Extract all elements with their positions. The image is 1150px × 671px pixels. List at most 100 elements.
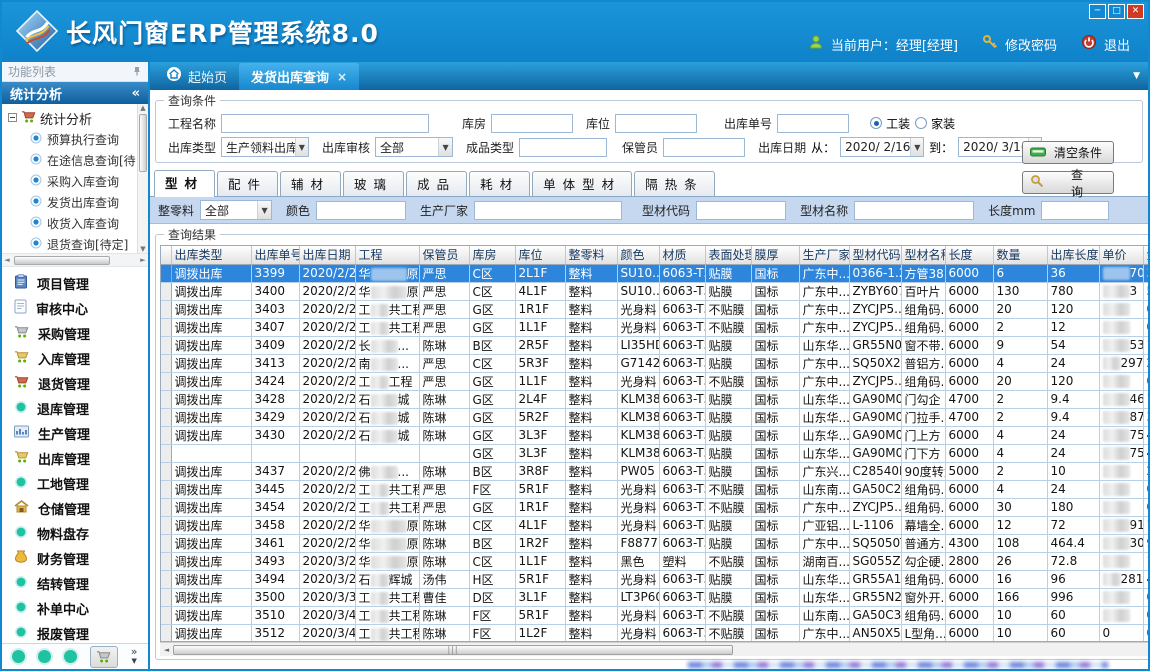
- menu-item-物料盘存[interactable]: 物料盘存: [2, 521, 148, 546]
- menu-item-结转管理[interactable]: 结转管理: [2, 571, 148, 596]
- more-modules-chevron[interactable]: »▼: [131, 648, 138, 665]
- column-header-库位[interactable]: 库位: [515, 246, 565, 264]
- tree-vertical-scrollbar[interactable]: ▲▼: [137, 104, 148, 253]
- tab-list-dropdown-icon[interactable]: ▼: [1133, 71, 1140, 81]
- module-dot-icon[interactable]: [38, 650, 51, 663]
- module-dot-icon[interactable]: [12, 650, 25, 663]
- material-tab-单体型材[interactable]: 单体型材: [532, 171, 632, 196]
- cart-module-button[interactable]: [90, 646, 118, 668]
- logout-link[interactable]: 退出: [1104, 35, 1130, 54]
- module-dot-icon[interactable]: [64, 650, 77, 663]
- profile-code-input[interactable]: [696, 201, 786, 220]
- table-row[interactable]: 调拨出库35002020/3/3工共工程曹佳D区3L1F整料LT3P606063…: [161, 588, 1148, 606]
- menu-item-仓储管理[interactable]: 仓储管理: [2, 496, 148, 521]
- audit-select[interactable]: 全部▼: [375, 137, 453, 157]
- table-row[interactable]: 调拨出库34372020/2/27佛...陈琳B区3R8F整料PW056063-…: [161, 462, 1148, 480]
- table-row[interactable]: 调拨出库34942020/3/2石辉城汤伟H区5R1F整料光身料6063-T5贴…: [161, 570, 1148, 588]
- table-row[interactable]: 调拨出库34542020/2/28工共工程严思G区1R1F整料光身料6063-T…: [161, 498, 1148, 516]
- menu-item-工地管理[interactable]: 工地管理: [2, 471, 148, 496]
- product-type-input[interactable]: [519, 138, 607, 157]
- date-from-picker[interactable]: 2020/ 2/16▼: [840, 137, 924, 157]
- maximize-button[interactable]: □: [1108, 4, 1125, 19]
- whole-part-select[interactable]: 全部▼: [200, 200, 272, 220]
- column-header-表面处理[interactable]: 表面处理: [705, 246, 751, 264]
- table-row[interactable]: 调拨出库34582020/2/28华原..陈琳C区4L1F整料光身料6063-T…: [161, 516, 1148, 534]
- table-row[interactable]: 调拨出库34002020/2/25华原..严思C区4L1F整料SU10...60…: [161, 282, 1148, 300]
- column-header-出库日期[interactable]: 出库日期: [299, 246, 355, 264]
- close-tab-icon[interactable]: ×: [337, 70, 347, 84]
- column-header-型材代码[interactable]: 型材代码: [849, 246, 901, 264]
- menu-item-项目管理[interactable]: 项目管理: [2, 271, 148, 296]
- column-header-单价[interactable]: 单价: [1099, 246, 1143, 264]
- tree-item-收货入库查询[interactable]: 收货入库查询: [8, 213, 148, 234]
- color-input[interactable]: [316, 201, 406, 220]
- column-header-型材名称[interactable]: 型材名称: [901, 246, 945, 264]
- menu-item-退货管理[interactable]: 退货管理: [2, 371, 148, 396]
- column-header-出库单号[interactable]: 出库单号: [251, 246, 299, 264]
- column-header-生产厂家[interactable]: 生产厂家: [799, 246, 849, 264]
- column-header-数量[interactable]: 数量: [993, 246, 1047, 264]
- table-row[interactable]: G区3L3F整料KLM38176063-T5贴膜国标山东华...GA90M09.…: [161, 444, 1148, 462]
- location-input[interactable]: [615, 114, 697, 133]
- tab-start-page[interactable]: 起始页: [154, 62, 239, 90]
- tree-item-预算执行查询[interactable]: 预算执行查询: [8, 129, 148, 150]
- table-row[interactable]: 调拨出库34242020/2/26工工程严思G区1L1F整料光身料6063-T5…: [161, 372, 1148, 390]
- tree-horizontal-scrollbar[interactable]: ◄►: [2, 254, 148, 267]
- table-row[interactable]: 调拨出库33992020/2/25华原..严思C区2L1F整料SU10...60…: [161, 264, 1148, 282]
- menu-item-补单中心[interactable]: 补单中心: [2, 596, 148, 621]
- change-password-link[interactable]: 修改密码: [1005, 35, 1057, 54]
- menu-item-入库管理[interactable]: 入库管理: [2, 346, 148, 371]
- tab-shipping-outbound-query[interactable]: 发货出库查询 ×: [239, 63, 359, 90]
- column-header-库房[interactable]: 库房: [469, 246, 515, 264]
- material-tab-玻璃[interactable]: 玻璃: [343, 171, 404, 196]
- column-header-膜厚[interactable]: 膜厚: [751, 246, 799, 264]
- material-tab-型材[interactable]: 型材: [154, 170, 215, 197]
- pin-icon[interactable]: [132, 65, 142, 79]
- keeper-input[interactable]: [663, 138, 745, 157]
- radio-jiazhuang[interactable]: 家装: [915, 115, 955, 132]
- table-row[interactable]: 调拨出库34132020/2/26南...严思C区5R3F整料G71422606…: [161, 354, 1148, 372]
- column-header-工程[interactable]: 工程: [355, 246, 419, 264]
- column-header-出库长度[interactable]: 出库长度: [1047, 246, 1099, 264]
- menu-item-报废管理[interactable]: 报废管理: [2, 621, 148, 643]
- material-tab-配件[interactable]: 配件: [217, 171, 278, 196]
- column-header-保管员[interactable]: 保管员: [419, 246, 469, 264]
- profile-name-input[interactable]: [854, 201, 974, 220]
- tree-item-发货出库查询[interactable]: 发货出库查询: [8, 192, 148, 213]
- column-header-整零料[interactable]: 整零料: [565, 246, 617, 264]
- material-tab-隔热条[interactable]: 隔热条: [634, 171, 715, 196]
- material-tab-成品[interactable]: 成品: [406, 171, 467, 196]
- column-header-长度[interactable]: 长度: [945, 246, 993, 264]
- column-header-材质[interactable]: 材质: [659, 246, 705, 264]
- table-row[interactable]: 调拨出库35102020/3/4工共工程陈琳F区5R1F整料光身料6063-T5…: [161, 606, 1148, 624]
- table-row[interactable]: 调拨出库34302020/2/26石城陈琳G区3L3F整料KLM38176063…: [161, 426, 1148, 444]
- table-row[interactable]: 调拨出库34932020/3/2华原..陈琳C区1L1F整料黑色塑料不贴膜国标湖…: [161, 552, 1148, 570]
- column-header-出库类型[interactable]: 出库类型: [171, 246, 251, 264]
- table-row[interactable]: 调拨出库34072020/2/25工共工程严思G区1L1F整料光身料6063-T…: [161, 318, 1148, 336]
- minimize-button[interactable]: ─: [1089, 4, 1106, 19]
- length-input[interactable]: [1041, 201, 1109, 220]
- menu-item-采购管理[interactable]: 采购管理: [2, 321, 148, 346]
- column-header-颜色[interactable]: 颜色: [617, 246, 659, 264]
- warehouse-input[interactable]: [491, 114, 573, 133]
- tree-item-退货查询[待定][interactable]: 退货查询[待定]: [8, 234, 148, 254]
- table-horizontal-scrollbar[interactable]: ◄|||►: [160, 642, 1148, 656]
- clear-conditions-button[interactable]: 清空条件: [1022, 141, 1114, 164]
- table-row[interactable]: 调拨出库34612020/2/28华原..陈琳B区1R2F整料F8877FT60…: [161, 534, 1148, 552]
- tree-item-在途信息查询[待[interactable]: 在途信息查询[待: [8, 150, 148, 171]
- outbound-type-select[interactable]: 生产领料出库▼: [221, 137, 309, 157]
- manufacturer-input[interactable]: [474, 201, 622, 220]
- collapse-icon[interactable]: «: [132, 86, 140, 101]
- tree-root-node[interactable]: 统计分析: [8, 107, 148, 129]
- menu-item-审核中心[interactable]: 审核中心: [2, 296, 148, 321]
- tree-item-采购入库查询[interactable]: 采购入库查询: [8, 171, 148, 192]
- material-tab-辅材[interactable]: 辅材: [280, 171, 341, 196]
- table-row[interactable]: 调拨出库34092020/2/25长...陈琳B区2R5F整料LI35HD606…: [161, 336, 1148, 354]
- column-header-金额[interactable]: 金额: [1143, 246, 1148, 264]
- menu-item-出库管理[interactable]: 出库管理: [2, 446, 148, 471]
- statistics-section-header[interactable]: 统计分析 «: [2, 82, 148, 104]
- table-row[interactable]: 调拨出库35122020/3/4工共工程陈琳F区1L2F整料光身料6063-T5…: [161, 624, 1148, 641]
- project-name-input[interactable]: [221, 114, 429, 133]
- table-row[interactable]: 调拨出库34452020/2/27工共工程严思F区5R1F整料光身料6063-T…: [161, 480, 1148, 498]
- radio-gongzhuang[interactable]: 工装: [870, 115, 910, 132]
